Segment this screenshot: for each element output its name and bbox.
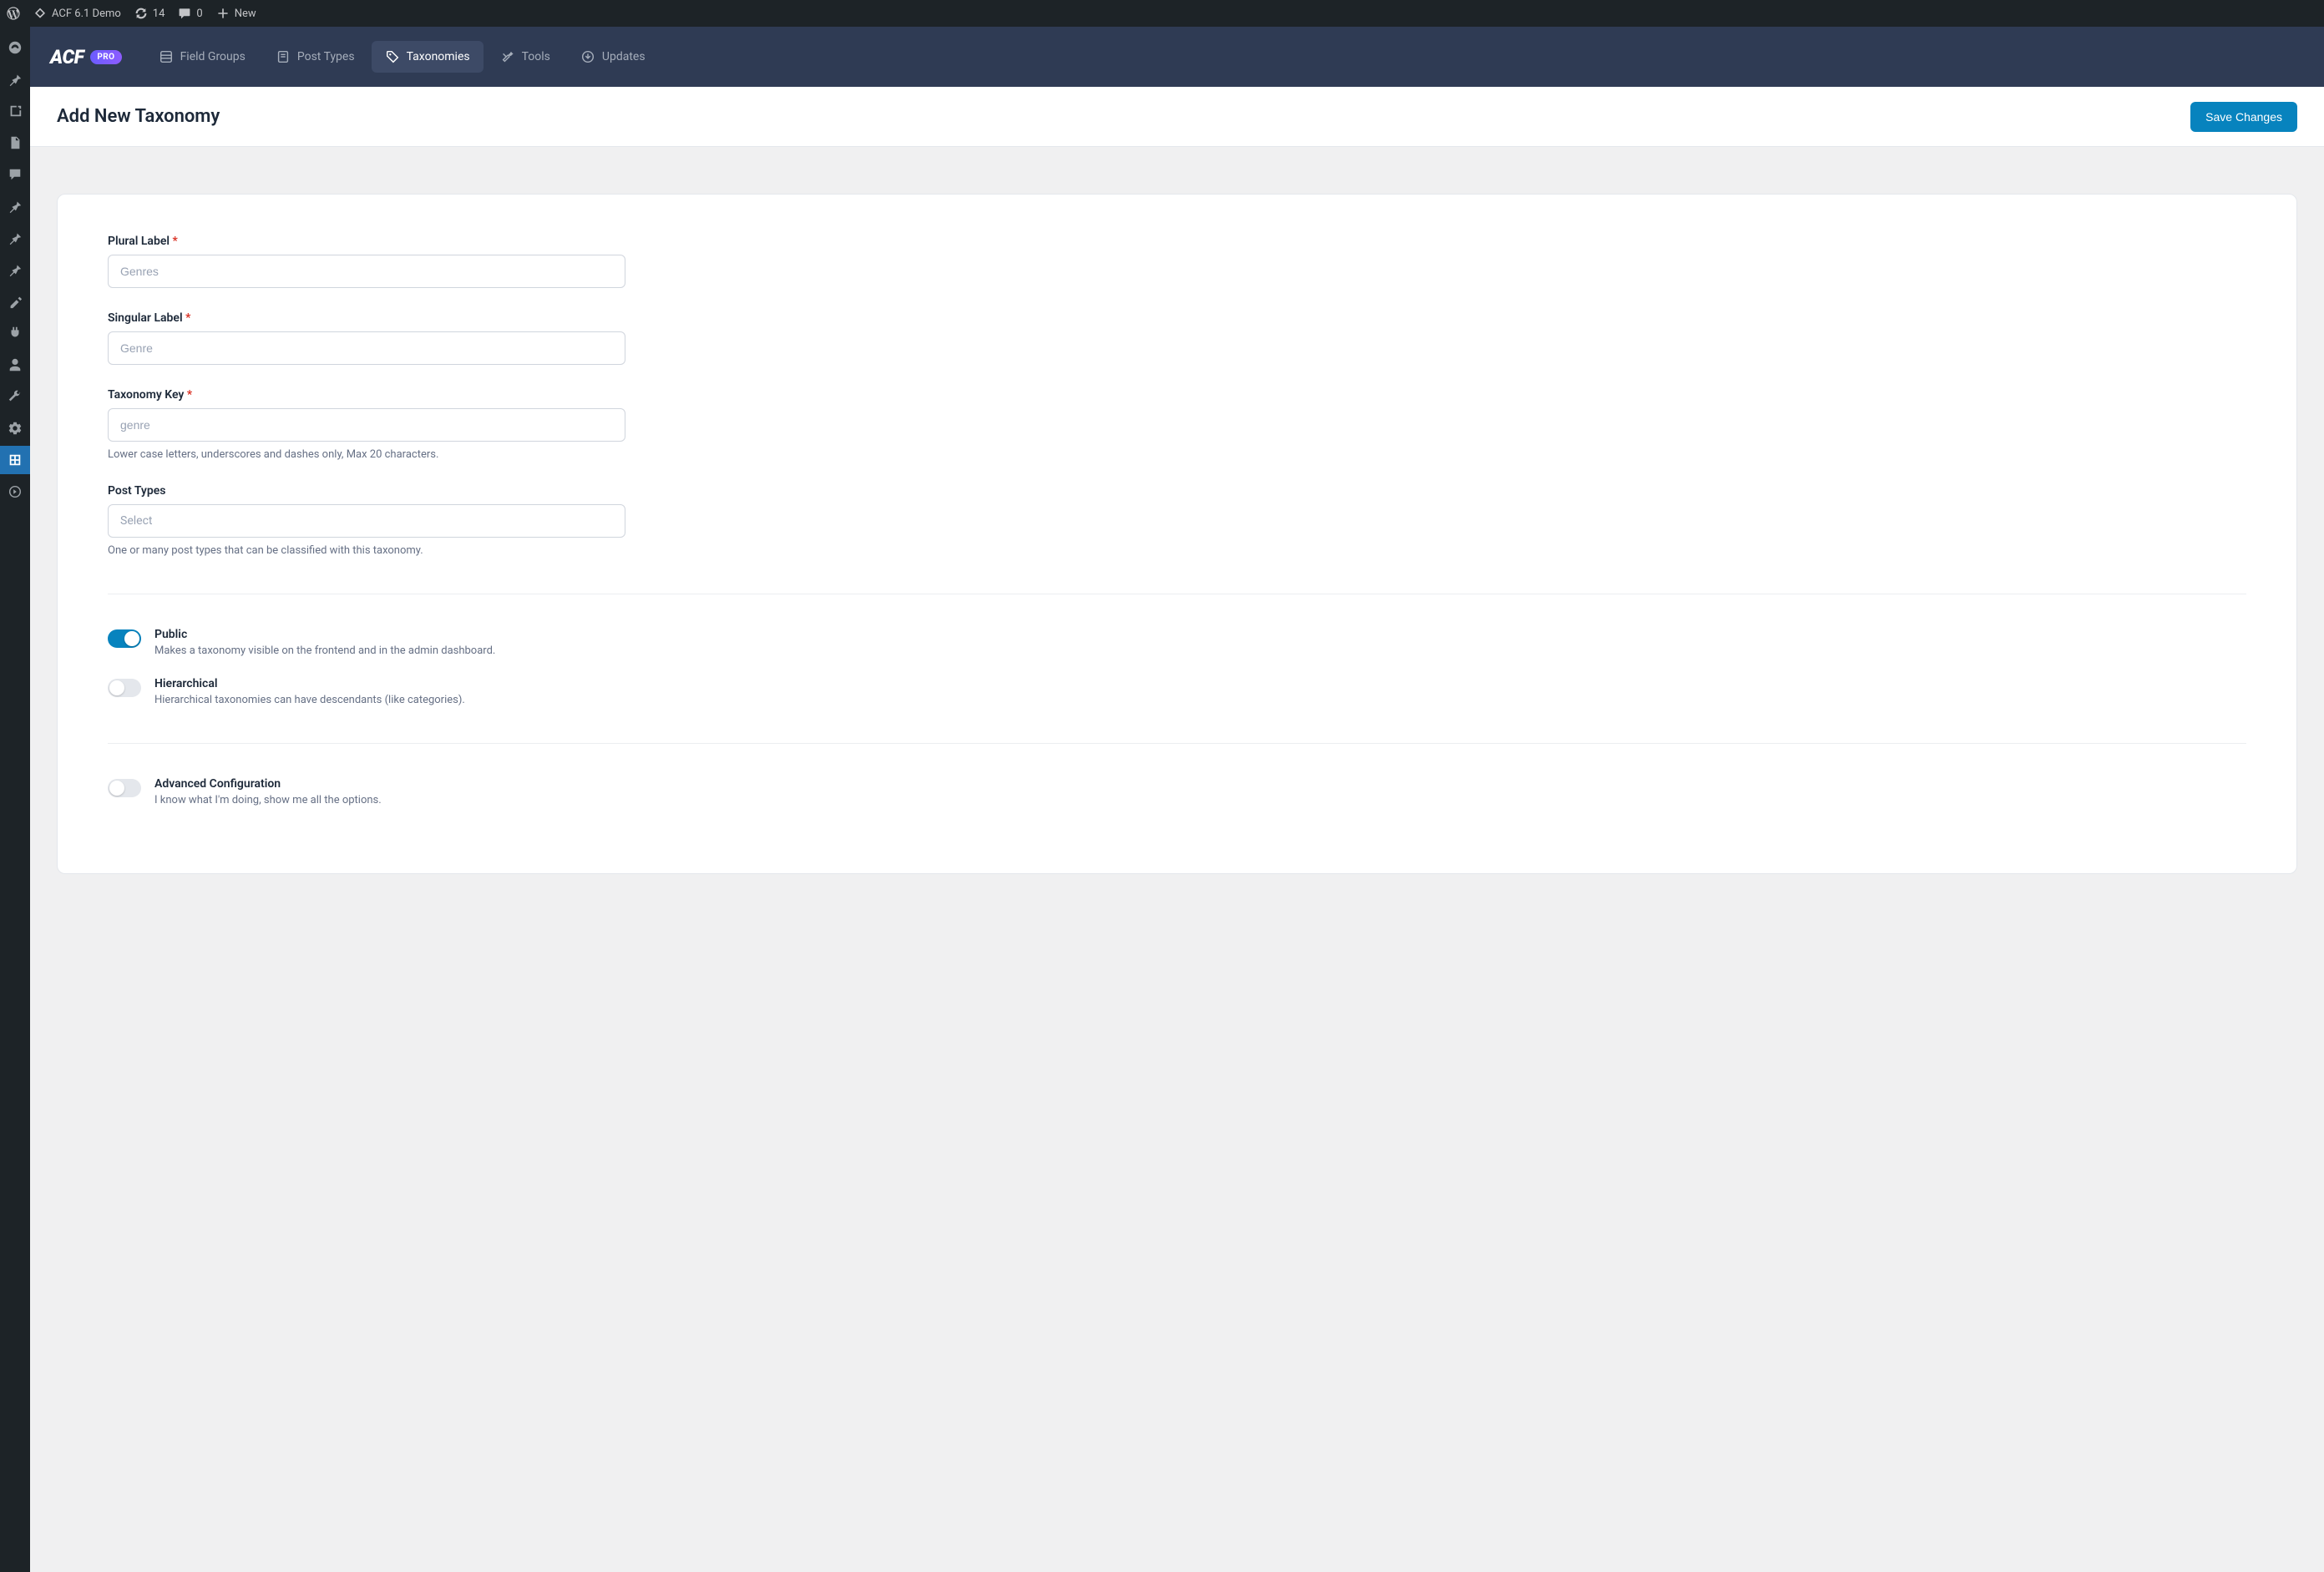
tab-field-groups[interactable]: Field Groups	[145, 41, 259, 73]
toggle-hierarchical-label: Hierarchical	[154, 677, 465, 690]
tab-label: Updates	[602, 50, 646, 63]
post-types-label: Post Types	[108, 484, 625, 498]
toggle-public[interactable]	[108, 629, 141, 648]
post-types-help: One or many post types that can be class…	[108, 544, 625, 557]
refresh-count: 14	[153, 8, 165, 20]
field-singular-label: Singular Label *	[108, 311, 625, 365]
toggle-advanced-help: I know what I'm doing, show me all the o…	[154, 794, 382, 806]
taxonomy-key-label: Taxonomy Key *	[108, 388, 625, 402]
wp-sidebar	[0, 27, 30, 1572]
wp-logo[interactable]	[7, 7, 20, 20]
toggle-public-help: Makes a taxonomy visible on the frontend…	[154, 644, 495, 657]
taxonomy-key-text: Taxonomy Key	[108, 388, 184, 402]
tab-taxonomies[interactable]: Taxonomies	[372, 41, 484, 73]
tab-label: Post Types	[297, 50, 355, 63]
comments-link[interactable]: 0	[178, 7, 202, 20]
required-marker: *	[187, 388, 192, 402]
comments-icon[interactable]	[0, 160, 30, 189]
plural-label-text: Plural Label	[108, 235, 170, 248]
pages-icon[interactable]	[0, 129, 30, 157]
collapse-icon[interactable]	[0, 478, 30, 506]
toggle-hierarchical-row: Hierarchical Hierarchical taxonomies can…	[108, 677, 2246, 706]
field-taxonomy-key: Taxonomy Key * Lower case letters, under…	[108, 388, 625, 461]
plural-label-label: Plural Label *	[108, 235, 625, 248]
tools-icon[interactable]	[0, 382, 30, 411]
new-label: New	[235, 8, 256, 20]
settings-icon[interactable]	[0, 414, 30, 442]
toggle-hierarchical[interactable]	[108, 679, 141, 697]
save-changes-button[interactable]: Save Changes	[2190, 102, 2297, 132]
acf-tabs: Field Groups Post Types Taxonomies Tools…	[145, 41, 659, 73]
appearance-icon[interactable]	[0, 287, 30, 316]
pin-icon[interactable]	[0, 65, 30, 94]
users-icon[interactable]	[0, 351, 30, 379]
tab-label: Field Groups	[180, 50, 246, 63]
post-types-placeholder: Select	[120, 514, 152, 528]
required-marker: *	[173, 235, 178, 248]
site-name-link[interactable]: ACF 6.1 Demo	[33, 7, 121, 20]
tab-tools[interactable]: Tools	[487, 41, 564, 73]
acf-menu-icon[interactable]	[0, 446, 30, 474]
tab-label: Tools	[522, 50, 550, 63]
toggle-advanced[interactable]	[108, 779, 141, 797]
singular-label-input[interactable]	[108, 331, 625, 365]
new-link[interactable]: New	[216, 7, 256, 20]
taxonomy-form-card: Plural Label * Singular Label * Taxonomy…	[57, 194, 2297, 874]
toggle-hierarchical-help: Hierarchical taxonomies can have descend…	[154, 694, 465, 706]
toggle-public-label: Public	[154, 628, 495, 641]
field-plural-label: Plural Label *	[108, 235, 625, 288]
acf-header: ACF PRO Field Groups Post Types Taxonomi…	[30, 27, 2324, 87]
pro-badge: PRO	[90, 50, 121, 64]
singular-label-text: Singular Label	[108, 311, 183, 325]
toggle-advanced-row: Advanced Configuration I know what I'm d…	[108, 777, 2246, 806]
page-titlebar: Add New Taxonomy Save Changes	[30, 87, 2324, 147]
section-divider	[108, 743, 2246, 744]
media-icon[interactable]	[0, 97, 30, 125]
toggle-advanced-label: Advanced Configuration	[154, 777, 382, 791]
acf-logo: ACF PRO	[50, 46, 122, 68]
field-post-types: Post Types Select One or many post types…	[108, 484, 625, 557]
pin4-icon[interactable]	[0, 255, 30, 284]
comments-count: 0	[196, 8, 202, 20]
tab-post-types[interactable]: Post Types	[262, 41, 368, 73]
plugins-icon[interactable]	[0, 319, 30, 347]
pin3-icon[interactable]	[0, 224, 30, 252]
dashboard-icon[interactable]	[0, 33, 30, 62]
wp-adminbar: ACF 6.1 Demo 14 0 New	[0, 0, 2324, 27]
tab-updates[interactable]: Updates	[567, 41, 659, 73]
taxonomy-key-help: Lower case letters, underscores and dash…	[108, 448, 625, 461]
site-name-text: ACF 6.1 Demo	[52, 8, 121, 20]
toggle-public-row: Public Makes a taxonomy visible on the f…	[108, 628, 2246, 657]
card-area: Plural Label * Singular Label * Taxonomy…	[30, 147, 2324, 907]
page-title: Add New Taxonomy	[57, 106, 220, 127]
pin2-icon[interactable]	[0, 192, 30, 220]
required-marker: *	[185, 311, 190, 325]
plural-label-input[interactable]	[108, 255, 625, 288]
post-types-select[interactable]: Select	[108, 504, 625, 538]
acf-logo-text: ACF	[50, 46, 84, 68]
refresh-link[interactable]: 14	[134, 7, 165, 20]
singular-label-label: Singular Label *	[108, 311, 625, 325]
tab-label: Taxonomies	[407, 50, 470, 63]
taxonomy-key-input[interactable]	[108, 408, 625, 442]
